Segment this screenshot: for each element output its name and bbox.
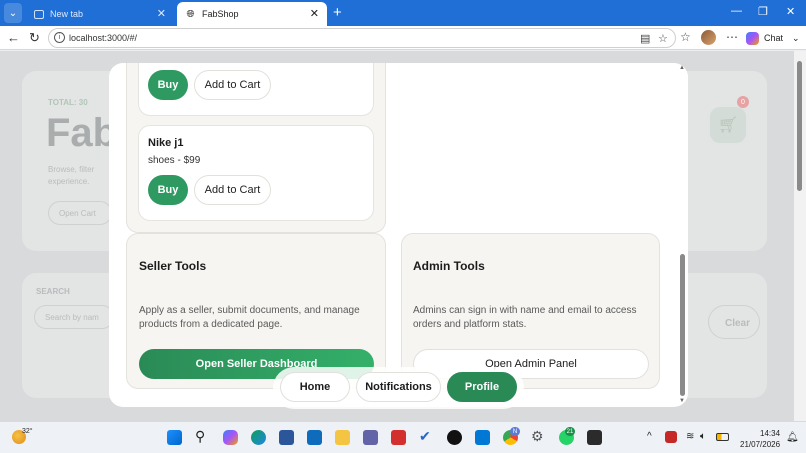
page-scrollbar-thumb[interactable] [797,61,802,191]
notification-bell-icon[interactable]: 🔔︎ [786,432,799,443]
seller-tools-desc: products from a dedicated page. [139,319,283,330]
tab-fabshop[interactable]: 🌐︎ FabShop ✕ [177,2,327,26]
product-card: Buy Add to Cart [138,63,374,116]
chat-label: Chat [764,33,784,43]
profile-modal: Buy Add to Cart Nike j1 shoes - $99 Buy … [109,63,688,407]
nav-profile-button[interactable]: Profile [447,372,517,402]
close-icon[interactable]: ✕ [157,7,166,20]
new-tab-icon [34,9,44,19]
todo-check-icon[interactable]: ✔ [419,428,434,444]
store-icon[interactable] [279,430,294,445]
open-cart-button: Open Cart [48,201,112,225]
admin-tools-desc: orders and platform stats. [413,319,527,330]
back-arrow-icon[interactable]: ← [7,30,20,45]
clear-button: Clear [708,305,760,339]
volume-icon[interactable]: 🔈︎ [700,431,706,442]
seller-tools-desc: Apply as a seller, submit documents, and… [139,305,360,316]
search-label: SEARCH [36,287,70,296]
bottom-nav: Home Notifications Profile [273,367,524,409]
add-to-cart-button[interactable]: Add to Cart [194,70,271,100]
chevron-up-icon[interactable]: ^ [647,431,652,442]
tiktok-icon[interactable] [447,430,462,445]
buy-button[interactable]: Buy [148,70,188,100]
product-name: Nike j1 [148,137,184,149]
antivirus-icon[interactable] [665,431,677,443]
hero-desc: experience. [48,177,90,186]
url-text: localhost:3000/#/ [69,33,138,43]
clock-date: 21/07/2026 [740,440,781,449]
hero-title: Fab [46,111,118,155]
copilot-icon[interactable] [223,430,238,445]
scroll-up-arrow-icon[interactable]: ▲ [679,65,685,71]
chrome-badge: N [510,427,520,436]
restore-icon[interactable]: ❐ [758,5,768,18]
wps-icon[interactable] [391,430,406,445]
close-icon[interactable]: ✕ [310,7,319,20]
copilot-chat-button[interactable]: Chat ⌄ [746,29,800,47]
chevron-down-icon[interactable]: ⌄ [792,33,800,44]
favorites-icon[interactable]: ☆ [680,30,691,44]
battery-icon[interactable] [716,433,729,441]
browser-tab-bar: ⌄ New tab ✕ 🌐︎ FabShop ✕ + — ❐ ✕ [0,0,806,26]
modal-content: Buy Add to Cart Nike j1 shoes - $99 Buy … [109,63,679,407]
tab-title: FabShop [202,9,239,19]
hero-desc: Browse, filter [48,165,95,174]
admin-tools-panel: Admin Tools Admins can sign in with name… [401,233,660,389]
cart-count-badge: 0 [737,96,749,108]
terminal-icon[interactable] [587,430,602,445]
teams-icon[interactable] [363,430,378,445]
minimize-icon[interactable]: — [731,5,742,17]
page-scrollbar[interactable] [794,51,806,421]
edge-icon[interactable] [251,430,266,445]
outlook-icon[interactable] [307,430,322,445]
tab-title: New tab [50,9,84,19]
browser-toolbar: ← ↻ i localhost:3000/#/ ▤ ☆ ☆ ⋯ Chat ⌄ [0,26,806,50]
tab-new-tab[interactable]: New tab ✕ [26,2,174,26]
seller-tools-panel: Seller Tools Apply as a seller, submit d… [126,233,386,389]
modal-scrollbar[interactable]: ▲ ▼ [678,63,688,407]
search-input: Search by nam [34,305,114,329]
nav-notifications-button[interactable]: Notifications [356,372,441,402]
admin-tools-desc: Admins can sign in with name and email t… [413,305,637,316]
add-to-cart-button[interactable]: Add to Cart [194,175,271,205]
product-meta: shoes - $99 [148,155,201,166]
settings-gear-icon[interactable]: ⚙ [531,428,546,444]
hero-kicker: TOTAL: 30 [48,98,88,107]
seller-tools-title: Seller Tools [139,259,207,273]
vscode-icon[interactable] [475,430,490,445]
scroll-down-arrow-icon[interactable]: ▼ [679,398,685,404]
nav-home-button[interactable]: Home [280,372,350,402]
cart-icon: 🛒︎ [710,107,746,143]
more-options-icon[interactable]: ⋯ [726,30,738,44]
wifi-icon[interactable]: ≋ [686,431,694,442]
globe-icon: 🌐︎ [186,8,195,20]
buy-button[interactable]: Buy [148,175,188,205]
favorite-star-icon[interactable]: ☆ [658,32,668,45]
whatsapp-badge: 21 [565,427,575,436]
file-explorer-icon[interactable] [335,430,350,445]
search-icon[interactable]: ⚲ [195,428,210,444]
product-card: Nike j1 shoes - $99 Buy Add to Cart [138,125,374,221]
modal-scrollbar-thumb[interactable] [680,254,685,396]
windows-taskbar: 32° ⚲ ✔ N ⚙ 21 ^ ≋ 🔈︎ 14:34 21/07/2026 🔔… [0,421,806,453]
copilot-icon [746,31,759,45]
window-close-icon[interactable]: ✕ [786,5,795,18]
clock-time: 14:34 [760,429,781,438]
refresh-icon[interactable]: ↻ [29,30,40,46]
info-icon[interactable]: i [54,32,65,43]
address-bar[interactable]: i localhost:3000/#/ ▤ ☆ [48,28,676,48]
start-icon[interactable] [167,430,182,445]
reader-mode-icon[interactable]: ▤ [640,32,650,45]
profile-avatar[interactable] [701,30,716,45]
temperature: 32° [22,428,33,435]
tab-actions-menu-icon[interactable]: ⌄ [4,3,22,23]
admin-tools-title: Admin Tools [413,259,485,273]
new-tab-plus-icon[interactable]: + [333,4,342,21]
